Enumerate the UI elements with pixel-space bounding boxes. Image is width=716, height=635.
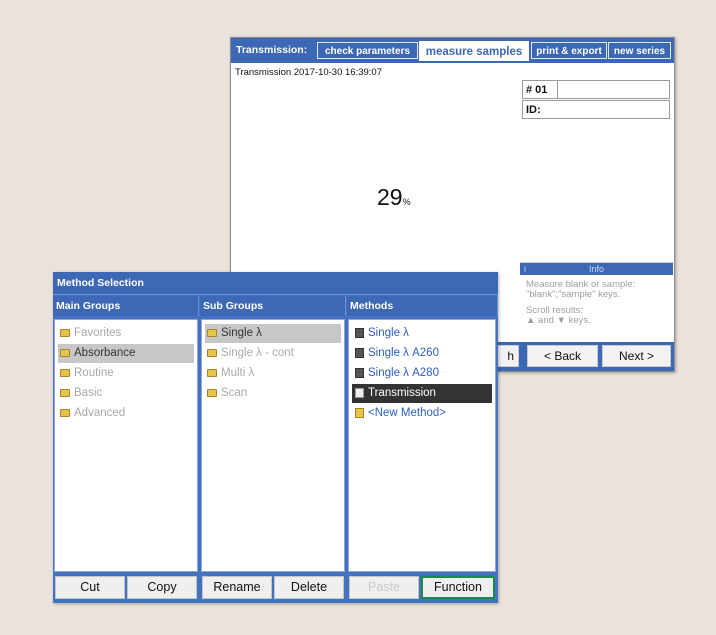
folder-icon xyxy=(207,329,217,337)
delete-button[interactable]: Delete xyxy=(274,576,344,599)
cut-button[interactable]: Cut xyxy=(55,576,125,599)
method-single-a260[interactable]: Single λ A260 xyxy=(352,344,492,363)
folder-icon xyxy=(60,349,70,357)
main-groups-header: Main Groups xyxy=(53,296,199,316)
folder-icon xyxy=(60,389,70,397)
folder-icon xyxy=(60,369,70,377)
measurement-timestamp: Transmission 2017-10-30 16:39:07 xyxy=(235,67,382,78)
folder-icon xyxy=(60,409,70,417)
method-selection-title: Method Selection xyxy=(53,272,498,295)
info-line-2: "blank";"sample" keys. xyxy=(526,289,621,300)
paste-button[interactable]: Paste xyxy=(349,576,419,599)
function-button[interactable]: Function xyxy=(421,576,495,599)
method-button-bar: Cut Copy Rename Delete Paste Function xyxy=(53,572,498,603)
folder-icon xyxy=(60,329,70,337)
result-value: 29 xyxy=(377,184,403,210)
methods-header: Methods xyxy=(347,296,498,316)
method-new[interactable]: <New Method> xyxy=(352,404,492,423)
info-title: Info xyxy=(588,264,604,274)
info-panel: i Info Measure blank or sample: "blank";… xyxy=(520,262,673,343)
sub-group-multi[interactable]: Multi λ xyxy=(205,364,341,383)
main-group-favorites[interactable]: Favorites xyxy=(58,324,194,343)
method-document-icon xyxy=(355,348,364,358)
folder-icon xyxy=(207,389,217,397)
info-line-4: ▲ and ▼ keys. xyxy=(526,315,591,326)
tab-measure-samples[interactable]: measure samples xyxy=(419,41,529,61)
main-group-routine[interactable]: Routine xyxy=(58,364,194,383)
tab-new-series[interactable]: new series xyxy=(608,42,671,59)
sub-groups-list[interactable]: Single λ Single λ - cont Multi λ Scan xyxy=(201,319,345,572)
back-button[interactable]: < Back xyxy=(527,345,598,367)
methods-list[interactable]: Single λ Single λ A260 Single λ A280 Tra… xyxy=(348,319,496,572)
info-icon: i xyxy=(524,264,526,274)
method-document-icon xyxy=(355,368,364,378)
method-selection-screen: Method Selection Main Groups Sub Groups … xyxy=(53,272,498,603)
tab-check-parameters[interactable]: check parameters xyxy=(317,42,418,59)
result-display: 29% xyxy=(377,184,411,211)
next-button[interactable]: Next > xyxy=(602,345,671,367)
sample-id-label: ID: xyxy=(526,104,541,116)
folder-icon xyxy=(207,369,217,377)
copy-button[interactable]: Copy xyxy=(127,576,197,599)
folder-icon xyxy=(207,349,217,357)
method-document-icon xyxy=(355,388,364,398)
main-group-absorbance[interactable]: Absorbance xyxy=(58,344,194,363)
transmission-title: Transmission: xyxy=(236,44,308,56)
main-group-basic[interactable]: Basic xyxy=(58,384,194,403)
rename-button[interactable]: Rename xyxy=(202,576,272,599)
method-single-a280[interactable]: Single λ A280 xyxy=(352,364,492,383)
tab-print-export[interactable]: print & export xyxy=(531,42,607,59)
result-unit: % xyxy=(402,197,411,207)
sample-number-field: # 01 xyxy=(522,80,670,99)
method-transmission[interactable]: Transmission xyxy=(352,384,492,403)
sample-id-field[interactable]: ID: xyxy=(522,100,670,119)
sample-number: # 01 xyxy=(526,84,548,96)
method-document-icon xyxy=(355,328,364,338)
method-single[interactable]: Single λ xyxy=(352,324,492,343)
info-header: i Info xyxy=(520,263,673,275)
sub-group-single-cont[interactable]: Single λ - cont xyxy=(205,344,341,363)
transmission-title-bar: Transmission: check parameters measure s… xyxy=(231,38,674,63)
new-method-icon xyxy=(355,408,364,418)
sub-groups-header: Sub Groups xyxy=(200,296,346,316)
sub-group-scan[interactable]: Scan xyxy=(205,384,341,403)
sub-group-single[interactable]: Single λ xyxy=(205,324,341,343)
main-groups-list[interactable]: Favorites Absorbance Routine Basic Advan… xyxy=(54,319,198,572)
main-group-advanced[interactable]: Advanced xyxy=(58,404,194,423)
